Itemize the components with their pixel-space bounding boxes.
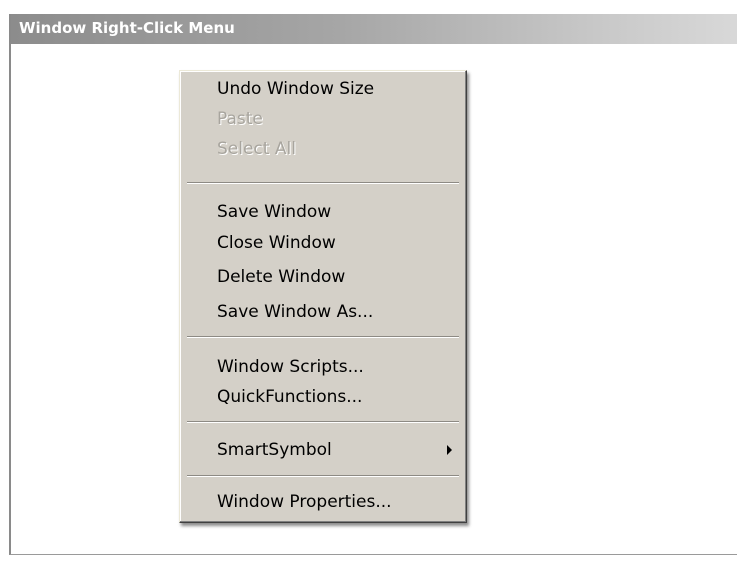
menu-separator xyxy=(187,182,459,184)
menu-item-window-scripts[interactable]: Window Scripts... xyxy=(182,352,464,382)
menu-item-window-properties[interactable]: Window Properties... xyxy=(182,487,464,517)
submenu-arrow-icon xyxy=(447,445,452,455)
menu-item-paste: Paste xyxy=(217,109,263,129)
window-title: Window Right-Click Menu xyxy=(19,19,235,37)
menu-item-close-window[interactable]: Close Window xyxy=(182,228,464,258)
menu-item-save-window[interactable]: Save Window xyxy=(182,197,464,227)
menu-item-select-all: Select All xyxy=(217,139,296,159)
menu-item-delete-window[interactable]: Delete Window xyxy=(182,262,464,292)
menu-separator xyxy=(187,336,459,338)
menu-separator xyxy=(187,475,459,477)
menu-item-smartsymbol-label: SmartSymbol xyxy=(217,440,332,460)
menu-item-smartsymbol[interactable]: SmartSymbol xyxy=(182,435,464,465)
context-menu: Undo Window Size Paste Select All Save W… xyxy=(179,70,467,523)
menu-item-quickfunctions[interactable]: QuickFunctions... xyxy=(182,382,464,412)
menu-item-undo-window-size[interactable]: Undo Window Size xyxy=(182,74,464,104)
window-titlebar[interactable]: Window Right-Click Menu xyxy=(11,14,737,44)
menu-item-save-window-as[interactable]: Save Window As... xyxy=(182,297,464,327)
menu-separator xyxy=(187,421,459,423)
